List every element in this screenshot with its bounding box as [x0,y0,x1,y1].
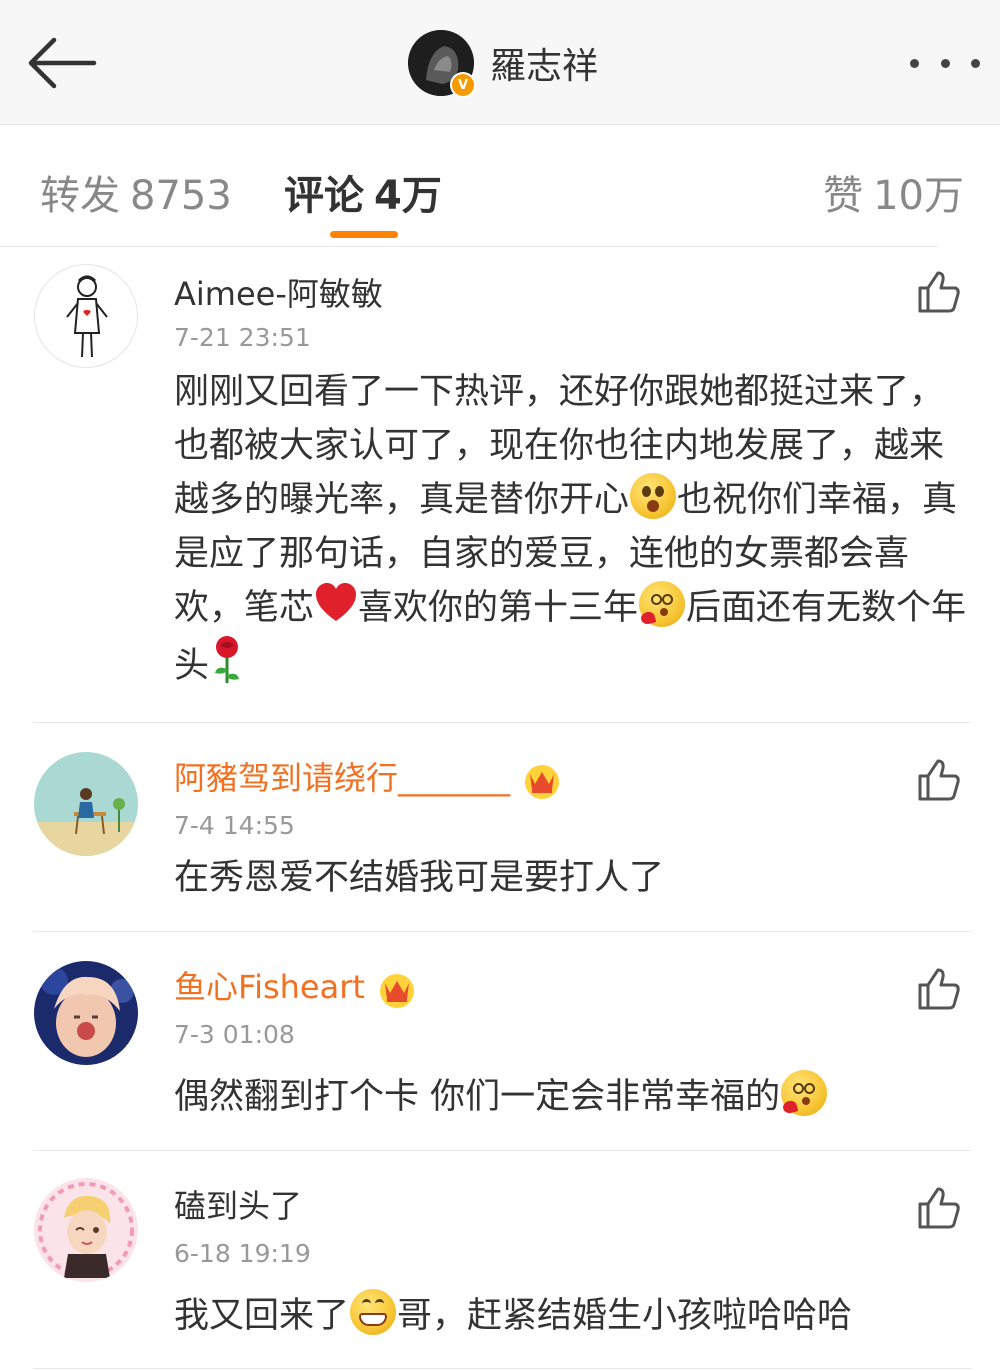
comment-text: 偶然翻到打个卡 你们一定会非常幸福的 [174,1070,974,1124]
avatar[interactable] [34,1178,138,1282]
verified-badge: V [450,72,476,98]
account-avatar[interactable]: V [408,30,476,98]
comment-divider [33,722,971,723]
more-button[interactable] [910,48,980,78]
heart-emoji [316,583,357,621]
avatar[interactable] [34,264,138,368]
comment-timestamp: 6-18 19:19 [174,1239,311,1268]
comment-username-text: 阿豬驾到请绕行_______ [174,759,511,797]
comment-text-part: 喜欢你的第十三年 [358,588,639,628]
tab-likes-label: 赞 [823,173,864,219]
comment-username[interactable]: Aimee-阿敏敏 [174,269,383,315]
comment-divider [33,1150,971,1151]
tab-likes[interactable]: 赞 10万 [823,163,964,221]
tabs-divider [0,246,938,247]
comment-text: 刚刚又回看了一下热评，还好你跟她都挺过来了，也都被大家认可了，现在你也往内地发展… [174,365,974,693]
tab-reposts[interactable]: 转发 8753 [40,163,232,221]
comment-timestamp: 7-21 23:51 [174,323,311,352]
thumbs-up-icon [918,271,960,313]
more-dots-icon [910,58,919,68]
vip-crown-icon [525,765,560,799]
comment-username[interactable]: 阿豬驾到请绕行_______ [174,753,562,800]
grinning-face-emoji [350,1289,397,1335]
tab-comments[interactable]: 评论 4万 [284,163,442,221]
more-dot [940,58,950,68]
top-navbar: V 羅志祥 [0,0,1000,125]
comment-divider [33,1368,971,1369]
like-button[interactable] [914,755,962,803]
comment-username-text: 鱼心Fisheart [174,968,365,1006]
comment-text-part: 哥，赶紧结婚生小孩啦哈哈哈 [397,1296,853,1336]
active-tab-indicator [330,231,398,238]
back-button[interactable] [22,30,102,96]
thumbs-up-icon [918,1187,960,1229]
account-header[interactable]: V 羅志祥 [408,30,599,98]
comment-timestamp: 7-4 14:55 [174,811,295,840]
like-button[interactable] [914,267,962,315]
rose-emoji [215,636,240,683]
comment-timestamp: 7-3 01:08 [174,1020,295,1049]
heart-eyes-face-emoji [781,1070,828,1116]
like-button[interactable] [914,1183,962,1231]
comment-text: 我又回来了 哥，赶紧结婚生小孩啦哈哈哈 [174,1289,974,1343]
tab-comments-count: 4万 [374,173,442,219]
comment-username[interactable]: 鱼心Fisheart [174,962,417,1009]
back-arrow-icon [28,37,97,89]
more-dot [971,58,980,68]
tab-likes-count: 10万 [873,173,964,219]
comment-text-part: 偶然翻到打个卡 你们一定会非常幸福的 [174,1077,781,1117]
comment-username[interactable]: 磕到头了 [174,1181,302,1227]
tab-reposts-count: 8753 [130,173,232,219]
tab-reposts-label: 转发 [40,173,120,219]
comment-text-part: 我又回来了 [174,1296,350,1336]
account-name: 羅志祥 [490,46,599,87]
thumbs-up-icon [918,968,960,1010]
comment-text: 在秀恩爱不结婚我可是要打人了 [174,858,665,898]
like-button[interactable] [914,964,962,1012]
avatar[interactable] [34,961,138,1065]
comment-divider [33,931,971,932]
heart-eyes-face-emoji [639,581,686,627]
avatar[interactable] [34,752,138,856]
vip-crown-icon [379,974,414,1008]
surprised-face-emoji [630,473,677,519]
tab-bar: 转发 8753 评论 4万 赞 10万 [0,125,1000,247]
tab-comments-label: 评论 [284,173,364,219]
thumbs-up-icon [918,759,960,801]
